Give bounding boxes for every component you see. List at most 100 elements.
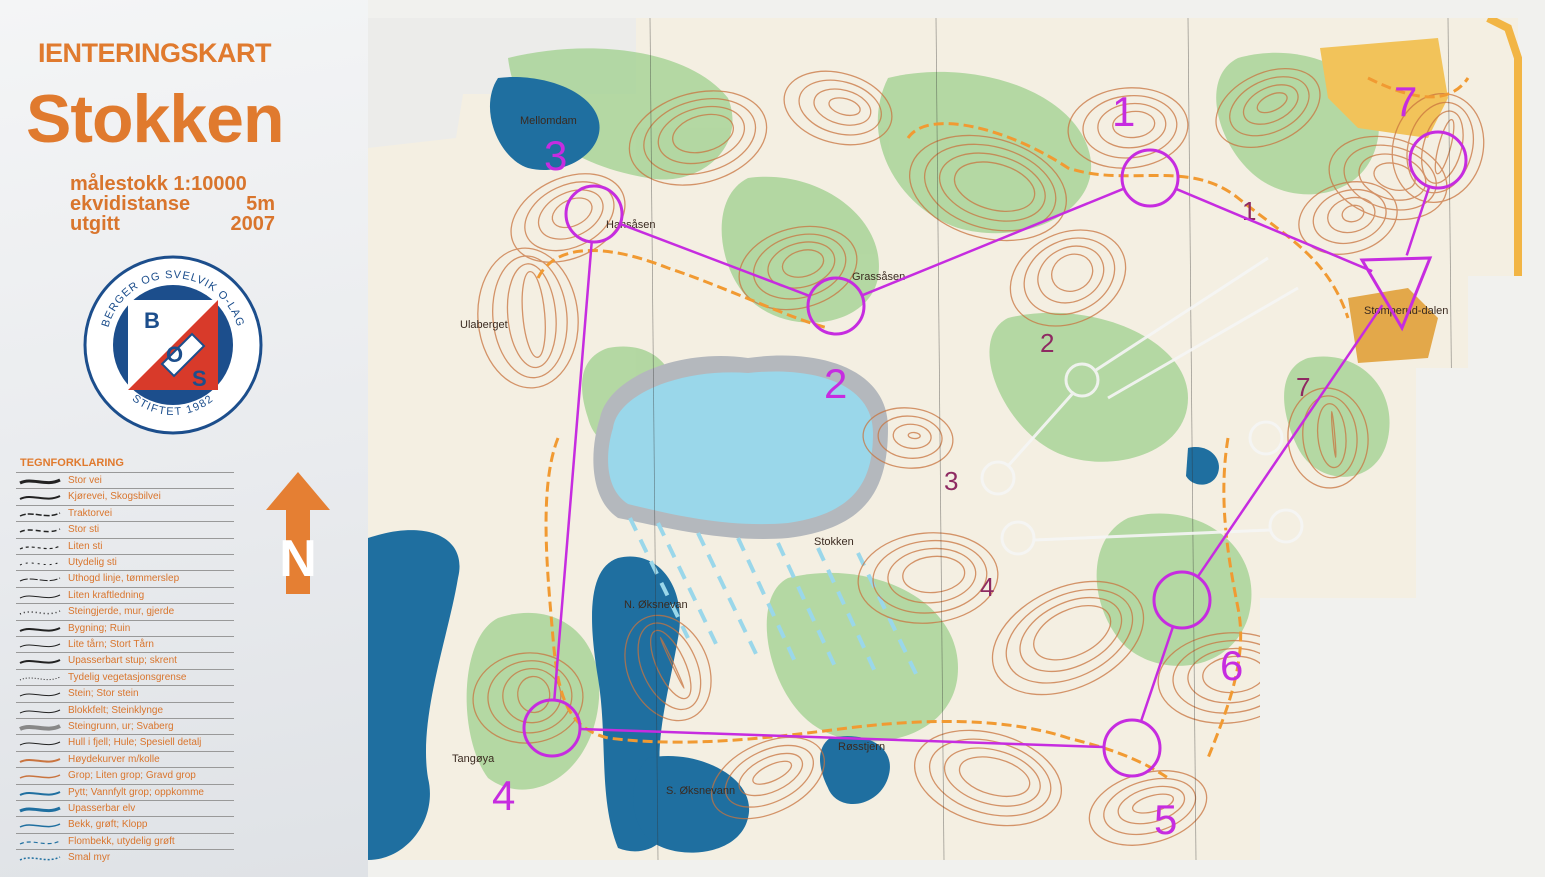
legend-item-label: Stein; Stor stein	[68, 688, 139, 700]
legend-item: Uthogd linje, tømmerslep	[16, 570, 234, 587]
legend-item: Grop; Liten grop; Gravd grop	[16, 767, 234, 784]
legend-item: Smal myr	[16, 849, 234, 866]
place-name: N. Øksnevan	[624, 599, 688, 611]
legend-item-label: Traktorvei	[68, 507, 113, 519]
cliff-icon	[19, 659, 61, 665]
legend-item: Flombekk, utydelig grøft	[16, 832, 234, 850]
legend-item: Stor sti	[16, 521, 234, 538]
legend-item: Kjørevei, Skogsbilvei	[16, 488, 234, 505]
legend-item-label: Tydelig vegetasjonsgrense	[68, 671, 187, 683]
orienteering-map[interactable]: MellomdamHansåsenGrassåsenUlabergetStokk…	[368, 18, 1528, 860]
legend-item: Liten sti	[16, 537, 234, 555]
legend-item: Liten kraftledning	[16, 586, 234, 604]
legend-item: Pytt; Vannfylt grop; oppkomme	[16, 783, 234, 801]
legend-item: Blokkfelt; Steinklynge	[16, 701, 234, 719]
cave-icon	[19, 741, 61, 746]
published-row: utgitt 2007	[70, 214, 275, 234]
tractor-road-icon	[19, 512, 61, 517]
control-number: 7	[1394, 78, 1417, 125]
legend-item-label: Upasserbar elv	[68, 803, 136, 814]
scale-label: målestokk 1:10000	[70, 173, 247, 195]
north-letter: N	[279, 530, 317, 588]
contour-row: ekvidistanse 5m	[70, 194, 275, 214]
narrow-marsh-icon	[19, 856, 61, 861]
control-number: 3	[544, 132, 567, 179]
ride-icon	[19, 577, 61, 582]
control-number: 6	[1220, 642, 1243, 689]
legend-item-label: Uthogd linje, tømmerslep	[68, 573, 180, 585]
other-course-number: 2	[1040, 328, 1054, 358]
legend-item: Lite tårn; Stort Tårn	[16, 636, 234, 653]
scale-row: målestokk 1:10000	[70, 174, 275, 194]
other-course-number: 7	[1296, 372, 1310, 402]
vehicle-track-icon	[19, 495, 61, 501]
power-line-icon	[19, 594, 61, 599]
north-arrow-icon: N	[266, 472, 330, 594]
legend-item-label: Flombekk, utydelig grøft	[68, 835, 175, 847]
stone-wall-icon	[19, 610, 61, 615]
published-label: utgitt	[70, 213, 120, 235]
other-course-number: 4	[980, 572, 994, 602]
logo-letter-o: O	[166, 342, 183, 367]
pond-icon	[19, 790, 61, 796]
legend-item: Hull i fjell; Hule; Spesiell detalj	[16, 734, 234, 751]
tower-icon	[19, 643, 61, 648]
legend-item: Stein; Stor stein	[16, 685, 234, 702]
pit-icon	[19, 774, 61, 779]
legend-item-label: Bygning; Ruin	[68, 622, 131, 634]
place-name: Ulaberget	[460, 319, 508, 331]
place-name: Mellomdam	[520, 115, 577, 127]
legend-item-label: Liten kraftledning	[68, 589, 145, 601]
legend-item-label: Steingrunn, ur; Svaberg	[68, 721, 174, 732]
boulder-field-icon	[19, 709, 61, 714]
masked-area-left	[368, 18, 464, 148]
published-value: 2007	[230, 213, 276, 235]
indistinct-path-icon	[19, 561, 61, 566]
legend-item-label: Høydekurver m/kolle	[68, 753, 160, 765]
map-category: IENTERINGSKART	[38, 38, 272, 68]
legend-item-label: Lite tårn; Stort Tårn	[68, 639, 154, 650]
legend-item-label: Kjørevei, Skogsbilvei	[68, 491, 161, 503]
legend-item-label: Hull i fjell; Hule; Spesiell detalj	[68, 737, 202, 749]
legend-title: TEGNFORKLARING	[20, 457, 124, 469]
legend-item: Bekk, grøft; Klopp	[16, 816, 234, 833]
boulder-icon	[19, 692, 61, 697]
contour-value: 5m	[246, 193, 275, 215]
info-panel: IENTERINGSKART Stokken målestokk 1:10000…	[0, 0, 368, 877]
place-name: Stokken	[814, 536, 854, 548]
logo-letter-s: S	[192, 366, 207, 391]
legend-item-label: Stor vei	[68, 475, 102, 486]
control-number: 2	[824, 360, 847, 407]
legend-item: Upasserbart stup; skrent	[16, 652, 234, 669]
vegetation-boundary-icon	[19, 676, 61, 681]
club-logo: B O S BERGER OG SVELVIK O-LAG STIFTET 19…	[83, 255, 263, 435]
road-icon	[19, 478, 61, 485]
building-icon	[19, 626, 61, 632]
place-name: Røsstjern	[838, 741, 885, 753]
legend-item-label: Stor sti	[68, 524, 100, 536]
small-path-icon	[19, 545, 61, 550]
legend-item-label: Smal myr	[68, 852, 111, 864]
control-number: 4	[492, 772, 515, 819]
stony-ground-icon	[19, 724, 61, 731]
legend-item: Tydelig vegetasjonsgrense	[16, 668, 234, 686]
river-icon	[19, 806, 61, 813]
control-number: 5	[1154, 796, 1177, 843]
seasonal-stream-icon	[19, 840, 61, 845]
place-name: S. Øksnevann	[666, 785, 735, 797]
legend-item: Traktorvei	[16, 504, 234, 522]
legend-item: Utydelig sti	[16, 554, 234, 571]
stream-icon	[19, 823, 61, 829]
legend-item-label: Utydelig sti	[68, 557, 117, 568]
large-path-icon	[19, 528, 61, 533]
legend-item: Stor vei	[16, 472, 234, 489]
legend-item-label: Blokkfelt; Steinklynge	[68, 704, 164, 716]
other-course-number: 3	[944, 466, 958, 496]
legend-item-label: Pytt; Vannfylt grop; oppkomme	[68, 786, 204, 798]
legend-item-label: Steingjerde, mur, gjerde	[68, 606, 175, 618]
legend-item-label: Liten sti	[68, 540, 103, 552]
legend-item-label: Grop; Liten grop; Gravd grop	[68, 770, 196, 782]
control-number: 1	[1112, 88, 1135, 135]
legend-item: Steingjerde, mur, gjerde	[16, 603, 234, 620]
place-name: Tangøya	[452, 753, 495, 765]
